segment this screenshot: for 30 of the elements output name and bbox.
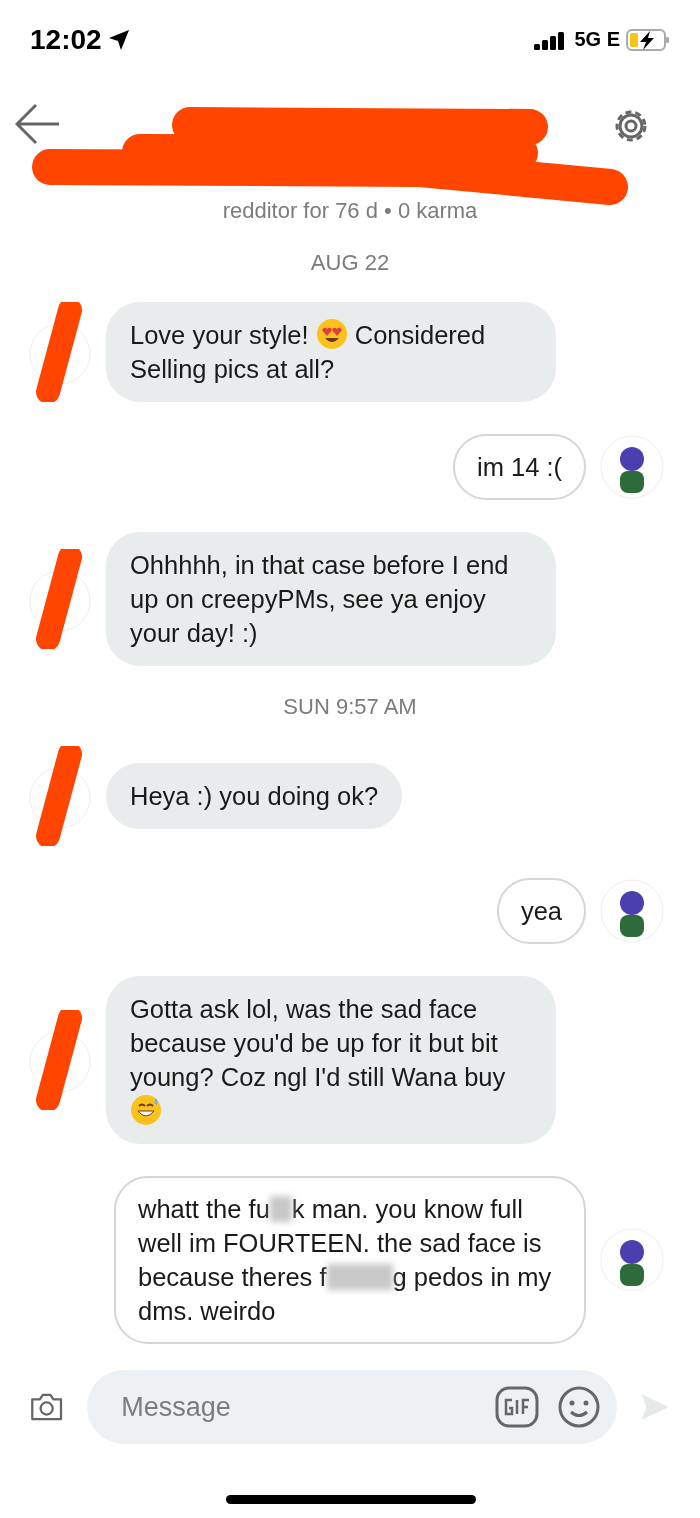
redacted-avatar-icon — [28, 1010, 92, 1110]
message-bubble: im 14 :( — [452, 434, 586, 500]
date-divider: AUG 22 — [310, 250, 390, 276]
blur-mark — [269, 1196, 292, 1222]
avatar-icon — [600, 435, 664, 499]
grin-sweat-emoji-icon — [130, 1094, 162, 1126]
redacted-avatar-icon — [28, 549, 92, 649]
message-bubble: yea — [496, 878, 586, 944]
back-arrow-icon[interactable] — [15, 103, 61, 146]
status-time: 12:02 — [30, 23, 102, 56]
smiley-icon[interactable] — [557, 1385, 602, 1429]
gif-icon[interactable] — [495, 1386, 540, 1428]
message-bubble: Ohhhhh, in that case before I end up on creepyPMs, see ya enjoy your day! :) — [106, 532, 556, 666]
message-bubble: whatt the fu k man. you know full well im FOURTEEN. the sad face is because theres f g pedos in my dms. weirdo — [114, 1176, 586, 1344]
redacted-avatar-icon — [28, 302, 92, 402]
message-bubble: Love your style! Considered Selling pics at all? — [106, 302, 556, 402]
avatar-icon — [600, 1228, 664, 1292]
blur-mark — [326, 1264, 393, 1290]
heart-eyes-emoji-icon — [315, 318, 348, 350]
date-divider: SUN 9:57 AM — [283, 694, 417, 720]
redacted-avatar-icon — [28, 746, 92, 846]
account-info: redditor for 76 d • 0 karma — [222, 198, 478, 224]
message-input[interactable]: Message — [119, 1390, 478, 1424]
location-arrow-icon — [107, 28, 130, 51]
message-bubble: Heya :) you doing ok? — [106, 763, 403, 829]
network-label: 5G E — [574, 28, 620, 52]
message-field[interactable]: Message — [87, 1370, 618, 1444]
battery-icon — [626, 28, 670, 51]
avatar-icon — [600, 879, 664, 943]
message-bubble: Gotta ask lol, was the sad face because you'd be up for it but bit young? Coz ngl I'd still Wana buy — [106, 976, 556, 1144]
